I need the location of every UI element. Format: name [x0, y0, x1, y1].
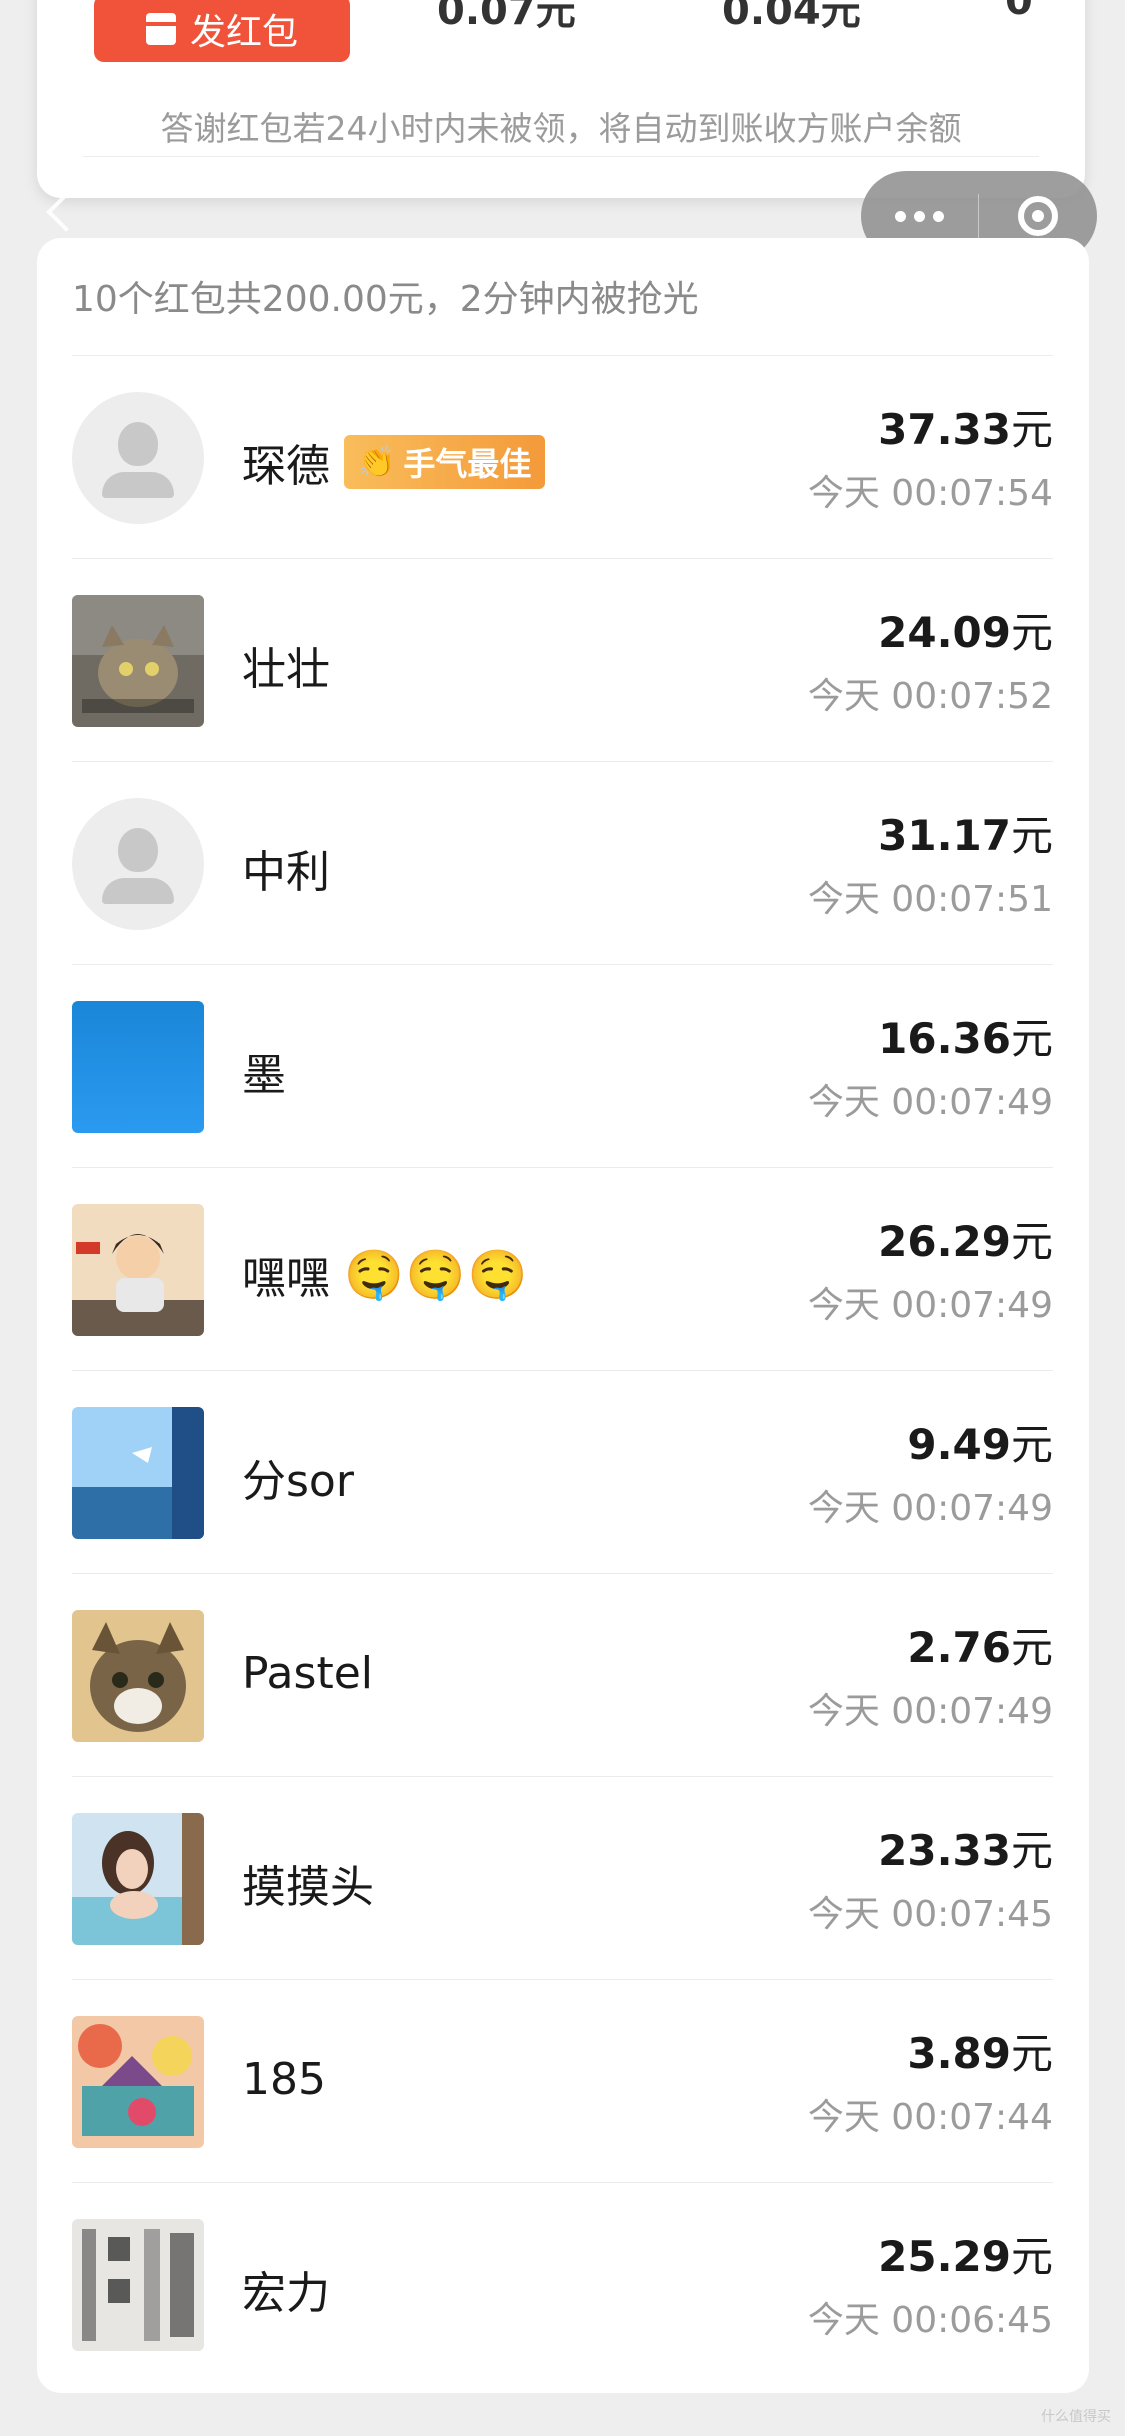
amount-value: 9.49: [907, 1420, 1011, 1469]
default-avatar-avatar[interactable]: [72, 392, 204, 524]
colorful-art-avatar[interactable]: [72, 2016, 204, 2148]
cat-face-avatar[interactable]: [72, 1610, 204, 1742]
amount: 26.29元: [878, 1208, 1053, 1269]
amount: 2.76元: [907, 1614, 1053, 1675]
receive-time: 今天 00:07:52: [807, 676, 1053, 717]
amount: 9.49元: [907, 1411, 1053, 1472]
list-item[interactable]: 墨 16.36元今天 00:07:49: [72, 965, 1053, 1168]
amount: 25.29元: [878, 2223, 1053, 2284]
receiver-name: 分sor: [242, 1445, 354, 1509]
list-item[interactable]: 中利 31.17元今天 00:07:51: [72, 762, 1053, 965]
amount-unit: 元: [1010, 1420, 1053, 1469]
receiver-name: 宏力: [242, 2257, 330, 2321]
receive-time: 今天 00:06:45: [807, 2300, 1053, 2341]
amount-value: 31.17: [878, 811, 1011, 860]
send-button-label: 发红包: [189, 11, 298, 53]
receive-time: 今天 00:07:54: [807, 473, 1053, 514]
name-text: 墨: [242, 1050, 286, 1101]
receive-time: 今天 00:07:51: [807, 879, 1053, 920]
amount-unit: 元: [1010, 1014, 1053, 1063]
name-text: 壮壮: [242, 644, 330, 695]
amount-unit: 元: [1010, 608, 1053, 657]
stat-value-2: 0.04元: [722, 0, 861, 34]
amount-unit: 元: [1010, 811, 1053, 860]
red-packet-icon: [145, 12, 176, 45]
list-item[interactable]: 琛德 👏 手气最佳 37.33元今天 00:07:54: [72, 356, 1053, 559]
name-text: 摸摸头: [242, 1862, 374, 1913]
name-text: 185: [242, 2054, 326, 2105]
name-text: 中利: [242, 847, 330, 898]
receive-time: 今天 00:07:44: [807, 2097, 1053, 2138]
receive-time: 今天 00:07:49: [807, 1488, 1053, 1529]
top-summary-card: 发红包 0.07元 0.04元 0 答谢红包若24小时内未被领，将自动到账收方账…: [37, 0, 1085, 198]
receive-time: 今天 00:07:45: [807, 1894, 1053, 1935]
list-item[interactable]: 壮壮 24.09元今天 00:07:52: [72, 559, 1053, 762]
drooling-emoji: 🤤🤤🤤: [344, 1246, 530, 1303]
list-item[interactable]: 宏力 25.29元今天 00:06:45: [72, 2183, 1053, 2386]
best-luck-badge: 👏 手气最佳: [344, 435, 546, 489]
amount: 31.17元: [878, 802, 1053, 863]
amount-unit: 元: [1010, 2029, 1053, 2078]
cartoon-boy-avatar[interactable]: [72, 1204, 204, 1336]
amount: 23.33元: [878, 1817, 1053, 1878]
amount-value: 24.09: [878, 608, 1011, 657]
sea-sky-avatar[interactable]: [72, 1407, 204, 1539]
receive-time: 今天 00:07:49: [807, 1285, 1053, 1326]
amount-value: 37.33: [878, 405, 1011, 454]
amount: 16.36元: [878, 1005, 1053, 1066]
amount-value: 3.89: [907, 2029, 1011, 2078]
list-item[interactable]: 分sor 9.49元今天 00:07:49: [72, 1371, 1053, 1574]
list-item[interactable]: 185 3.89元今天 00:07:44: [72, 1980, 1053, 2183]
watermark: 什么值得买: [1041, 2409, 1111, 2425]
stat-value-3: 0: [1005, 0, 1033, 24]
list-item[interactable]: 嘿嘿 🤤🤤🤤 26.29元今天 00:07:49: [72, 1168, 1053, 1371]
girl-pool-avatar[interactable]: [72, 1813, 204, 1945]
receiver-name: 墨: [242, 1039, 286, 1103]
amount-value: 25.29: [878, 2232, 1011, 2281]
target-close-icon: [1018, 196, 1058, 236]
amount-value: 2.76: [907, 1623, 1011, 1672]
more-dots-icon: [895, 210, 906, 222]
receiver-name: 中利: [242, 836, 330, 900]
amount: 3.89元: [907, 2020, 1053, 2081]
amount-value: 23.33: [878, 1826, 1011, 1875]
amount: 37.33元: [878, 396, 1053, 457]
receiver-name: 185: [242, 2054, 326, 2105]
clap-icon: 👏: [358, 444, 396, 480]
default-avatar-avatar[interactable]: [72, 798, 204, 930]
amount-value: 26.29: [878, 1217, 1011, 1266]
receiver-name: 壮壮: [242, 633, 330, 697]
receive-time: 今天 00:07:49: [807, 1082, 1053, 1123]
thank-you-note: 答谢红包若24小时内未被领，将自动到账收方账户余额: [160, 109, 962, 148]
name-text: 分sor: [242, 1456, 354, 1507]
divider: [83, 156, 1039, 157]
name-text: 琛德: [242, 441, 330, 492]
receiver-name: 琛德 👏 手气最佳: [242, 430, 546, 494]
receive-time: 今天 00:07:49: [807, 1691, 1053, 1732]
send-red-packet-button[interactable]: 发红包: [94, 0, 350, 62]
amount: 24.09元: [878, 599, 1053, 660]
amount-value: 16.36: [878, 1014, 1011, 1063]
stat-value-1: 0.07元: [437, 0, 576, 34]
best-badge-label: 手气最佳: [403, 445, 532, 483]
name-text: Pastel: [242, 1648, 373, 1699]
name-text: 宏力: [242, 2268, 330, 2319]
name-text: 嘿嘿: [242, 1253, 330, 1304]
amount-unit: 元: [1010, 1623, 1053, 1672]
receiver-name: Pastel: [242, 1648, 373, 1699]
amount-unit: 元: [1010, 405, 1053, 454]
packet-summary: 10个红包共200.00元，2分钟内被抢光: [72, 279, 699, 320]
receiver-name: 摸摸头: [242, 1851, 374, 1915]
cat-photo-avatar[interactable]: [72, 595, 204, 727]
list-item[interactable]: Pastel 2.76元今天 00:07:49: [72, 1574, 1053, 1777]
calligraphy-avatar[interactable]: [72, 2219, 204, 2351]
amount-unit: 元: [1010, 1826, 1053, 1875]
list-item[interactable]: 摸摸头 23.33元今天 00:07:45: [72, 1777, 1053, 1980]
receiver-name: 嘿嘿 🤤🤤🤤: [242, 1242, 529, 1306]
back-chevron-icon[interactable]: [46, 192, 86, 232]
amount-unit: 元: [1010, 1217, 1053, 1266]
amount-unit: 元: [1010, 2232, 1053, 2281]
receiver-list-card: 10个红包共200.00元，2分钟内被抢光 琛德 👏 手气最佳 37.33元 今天 00…: [37, 238, 1089, 2393]
blue-square-avatar[interactable]: [72, 1001, 204, 1133]
